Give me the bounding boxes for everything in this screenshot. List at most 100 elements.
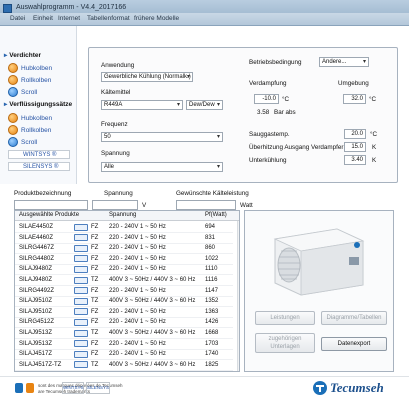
betriebsbedingung-select[interactable]: Andere...	[319, 57, 369, 67]
product-badge-icon	[74, 297, 88, 305]
silensys-option[interactable]: SILENSYS ®	[8, 162, 70, 171]
table-row[interactable]: SILAJ9510Z FZ 220 - 240V 1 ~ 50 Hz 1363	[15, 307, 233, 318]
sidebar-item-verdichter-scroll[interactable]: Scroll	[8, 87, 37, 97]
tecumseh-trademark-icon	[15, 383, 34, 393]
kaelteleistung-input[interactable]	[176, 200, 236, 210]
voltage-cell: 400V 3 ~ 50Hz / 440V 3 ~ 60 Hz	[109, 298, 196, 305]
menu-bar: Datei Einheit Internet Tabellenformat fr…	[0, 13, 409, 26]
menu-datei[interactable]: Datei	[10, 15, 25, 22]
table-row[interactable]: SILAJ9480Z FZ 220 - 240V 1 ~ 50 Hz 1110	[15, 264, 233, 276]
sidebar-item-vfs-rollkolben[interactable]: Rollkolben	[8, 125, 51, 135]
unterlagen-line-2: Unterlagen	[270, 344, 300, 350]
table-row[interactable]: SILAJ9480Z TZ 400V 3 ~ 50Hz / 440V 3 ~ 60 …	[15, 275, 233, 286]
sidebar-item-label: Scroll	[21, 138, 38, 146]
table-row[interactable]: SILAJ9513Z TZ 400V 3 ~ 50Hz / 440V 3 ~ 60 …	[15, 328, 233, 339]
spannung-filter-input[interactable]	[92, 200, 138, 210]
product-badge-icon	[74, 265, 88, 273]
menu-einheit[interactable]: Einheit	[33, 15, 53, 22]
voltage-cell: 400V 3 ~ 50Hz / 440V 3 ~ 60 Hz	[109, 277, 196, 283]
phase-cell: TZ	[91, 277, 99, 283]
table-header: Ausgewählte Produkte Spannung Pf(Watt)	[15, 211, 239, 221]
spannung-filter-unit: V	[142, 202, 147, 209]
header-pf[interactable]: Pf(Watt)	[205, 212, 227, 218]
sidebar-item-label: Hubkolben	[21, 114, 53, 122]
dew-mode-select[interactable]: Dew/Dew	[186, 100, 223, 110]
product-badge-icon	[74, 223, 88, 231]
table-row[interactable]: SILAJ4517Z-TZ TZ 400V 3 ~ 50Hz / 440V 3 ~ …	[15, 360, 233, 371]
scroll-icon	[8, 137, 18, 147]
phase-cell: FZ	[91, 266, 99, 273]
sidebar-item-vfs-hubkolben[interactable]: Hubkolben	[8, 113, 52, 123]
umgebung-input[interactable]: 32.0	[343, 94, 366, 104]
phase-cell: FZ	[91, 245, 99, 252]
umgebung-unit: °C	[369, 96, 377, 103]
power-cell: 1668	[205, 330, 219, 336]
unterkuehlung-input[interactable]: 3.40	[344, 155, 366, 165]
power-cell: 831	[205, 234, 216, 241]
sauggastemp-input[interactable]: 20.0	[344, 129, 366, 139]
product-badge-icon	[74, 318, 88, 326]
sidebar-item-vfs-scroll[interactable]: Scroll	[8, 137, 37, 147]
table-row[interactable]: SILAE4450Z FZ 220 - 240V 1 ~ 50 Hz 694	[15, 222, 233, 233]
table-row[interactable]: SILRG4512Z FZ 220 - 240V 1 ~ 50 Hz 1426	[15, 317, 233, 329]
pressure-value: 3.58	[257, 109, 270, 116]
ueberhitzung-label: Überhitzung Ausgang Verdampfer	[249, 144, 344, 151]
table-row[interactable]: SILAJ9510Z TZ 400V 3 ~ 50Hz / 440V 3 ~ 60 …	[15, 296, 233, 308]
datenexport-button[interactable]: Datenexport	[321, 337, 387, 351]
product-panel: Leistungen Diagramme/Tabellen zugehörige…	[244, 210, 394, 372]
product-name-cell: SILRG4512Z	[19, 319, 55, 326]
table-scrollbar[interactable]	[237, 221, 239, 371]
phase-cell: FZ	[91, 224, 99, 230]
produktbezeichnung-input[interactable]	[14, 200, 88, 210]
header-spannung[interactable]: Spannung	[109, 212, 136, 218]
ueberhitzung-unit: K	[372, 144, 377, 151]
voltage-cell: 220 - 240V 1 ~ 50 Hz	[109, 255, 166, 262]
header-produkte[interactable]: Ausgewählte Produkte	[19, 212, 79, 218]
phase-cell: FZ	[91, 340, 99, 347]
power-cell: 1147	[205, 287, 218, 294]
product-name-cell: SILRG4467Z	[19, 245, 55, 252]
power-cell: 1363	[205, 308, 219, 315]
ueberhitzung-input[interactable]: 15.0	[344, 142, 366, 152]
section-verdichter[interactable]: Verdichter	[4, 51, 41, 59]
phase-cell: FZ	[91, 234, 99, 241]
product-badge-icon	[74, 244, 88, 252]
piston-icon	[8, 63, 18, 73]
verdampfung-input[interactable]: -10.0	[254, 94, 279, 104]
leistungen-button[interactable]: Leistungen	[255, 311, 315, 325]
umgebung-label: Umgebung	[338, 80, 369, 87]
table-row[interactable]: SILAE4460Z FZ 220 - 240V 1 ~ 50 Hz 831	[15, 233, 233, 244]
spannung-filter-label: Spannung	[104, 190, 133, 197]
product-badge-icon	[74, 361, 88, 369]
menu-fruehere-modelle[interactable]: frühere Modelle	[134, 15, 179, 22]
phase-cell: TZ	[91, 330, 99, 336]
window-title: Auswahlprogramm - V4.4_2017166	[16, 4, 127, 11]
power-cell: 1426	[205, 319, 219, 326]
rotary-icon	[8, 125, 18, 135]
sidebar-item-verdichter-rollkolben[interactable]: Rollkolben	[8, 75, 51, 85]
table-row[interactable]: SILRG4492Z FZ 220 - 240V 1 ~ 50 Hz 1147	[15, 286, 233, 297]
voltage-cell: 220 - 240V 1 ~ 50 Hz	[109, 319, 166, 326]
frequenz-select[interactable]: 50	[101, 132, 223, 142]
anwendung-select[interactable]: Gewerbliche Kühlung (Normalk.)	[101, 72, 193, 82]
sidebar-item-verdichter-hubkolben[interactable]: Hubkolben	[8, 63, 52, 73]
table-row[interactable]: SILRG4480Z FZ 220 - 240V 1 ~ 50 Hz 1022	[15, 254, 233, 265]
wintsys-option[interactable]: WINTSYS ®	[8, 150, 70, 159]
table-row[interactable]: SILAJ9513Z FZ 220 - 240V 1 ~ 50 Hz 1703	[15, 339, 233, 350]
table-row[interactable]: SILAJ4517Z FZ 220 - 240V 1 ~ 50 Hz 1740	[15, 349, 233, 361]
kaeltemittel-select[interactable]: R449A	[101, 100, 183, 110]
voltage-cell: 400V 3 ~ 50Hz / 440V 3 ~ 60 Hz	[109, 361, 196, 368]
settings-panel: Anwendung Gewerbliche Kühlung (Normalk.)…	[88, 47, 398, 183]
menu-internet[interactable]: Internet	[58, 15, 80, 22]
spannung-select[interactable]: Alle	[101, 162, 223, 172]
unterlagen-button[interactable]: zugehörigen Unterlagen	[255, 333, 315, 353]
section-verfluessigungssaetze[interactable]: Verflüssigungssätze	[4, 100, 72, 108]
tecumseh-logo-icon	[313, 381, 327, 395]
product-name-cell: SILAE4450Z	[19, 224, 54, 230]
table-row[interactable]: SILRG4467Z FZ 220 - 240V 1 ~ 50 Hz 860	[15, 243, 233, 255]
sidebar-item-label: Rollkolben	[21, 76, 52, 84]
menu-tabellenformat[interactable]: Tabellenformat	[87, 15, 130, 22]
product-name-cell: SILAJ9480Z	[19, 266, 53, 273]
diagramme-button[interactable]: Diagramme/Tabellen	[321, 311, 387, 325]
product-name-cell: SILAJ9513Z	[19, 340, 53, 347]
